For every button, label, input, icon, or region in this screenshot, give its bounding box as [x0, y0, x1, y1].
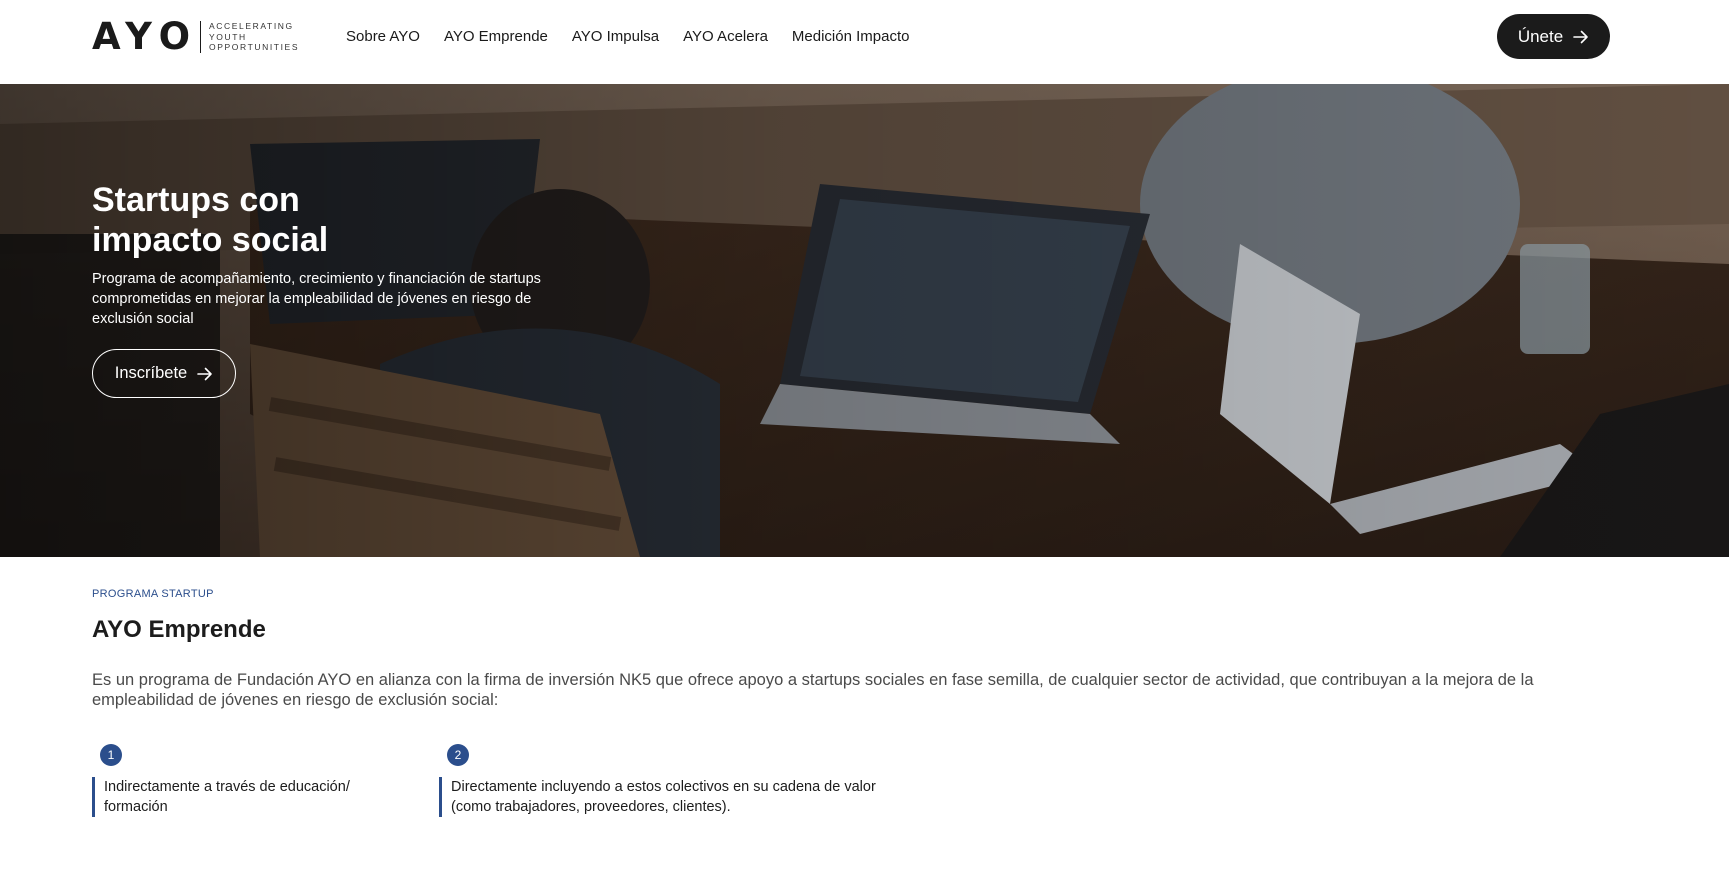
section-eyebrow: PROGRAMA STARTUP — [92, 588, 214, 600]
step-number-badge: 2 — [447, 744, 469, 766]
logo-tagline-line: ACCELERATING — [209, 21, 294, 32]
arrow-right-icon — [1573, 30, 1588, 43]
hero-subtitle: Programa de acompañamiento, crecimiento … — [92, 271, 541, 327]
step-item: 2 Directamente incluyendo a estos colect… — [439, 744, 909, 817]
hero-title-line: impacto social — [92, 221, 329, 259]
section-intro: Es un programa de Fundación AYO en alian… — [92, 671, 1534, 709]
hero-title: Startups con impacto social — [92, 180, 512, 260]
main-nav: Sobre AYO AYO Emprende AYO Impulsa AYO A… — [346, 26, 909, 48]
join-button-label: Únete — [1517, 26, 1564, 46]
nav-item-medicion-impacto[interactable]: Medición Impacto — [792, 26, 910, 48]
hero-title-line: Startups con — [92, 181, 300, 219]
step-text: Indirectamente a través de educación/ fo… — [92, 777, 392, 817]
logo-tagline: ACCELERATING YOUTH OPPORTUNITIES — [209, 21, 299, 53]
ayo-logo[interactable]: AYO ACCELERATING YOUTH OPPORTUNITIES — [92, 17, 299, 57]
logo-mark: AYO — [92, 15, 199, 58]
hero-banner: Startups con impacto social Programa de … — [0, 84, 1729, 557]
nav-item-ayo-emprende[interactable]: AYO Emprende — [444, 26, 548, 48]
section-title: AYO Emprende — [92, 616, 266, 643]
step-number-badge: 1 — [100, 744, 122, 766]
nav-item-ayo-acelera[interactable]: AYO Acelera — [683, 26, 768, 48]
step-item: 1 Indirectamente a través de educación/ … — [92, 744, 392, 817]
arrow-right-icon — [197, 367, 213, 380]
signup-button[interactable]: Inscríbete — [92, 349, 236, 398]
logo-divider — [200, 21, 202, 53]
logo-tagline-line: YOUTH — [209, 31, 247, 42]
signup-button-label: Inscríbete — [114, 364, 188, 382]
logo-tagline-line: OPPORTUNITIES — [209, 42, 300, 53]
join-button[interactable]: Únete — [1497, 14, 1610, 59]
nav-item-ayo-impulsa[interactable]: AYO Impulsa — [572, 26, 659, 48]
site-header: AYO ACCELERATING YOUTH OPPORTUNITIES Sob… — [0, 0, 1729, 84]
nav-item-sobre-ayo[interactable]: Sobre AYO — [346, 26, 420, 48]
step-text: Directamente incluyendo a estos colectiv… — [439, 777, 909, 817]
